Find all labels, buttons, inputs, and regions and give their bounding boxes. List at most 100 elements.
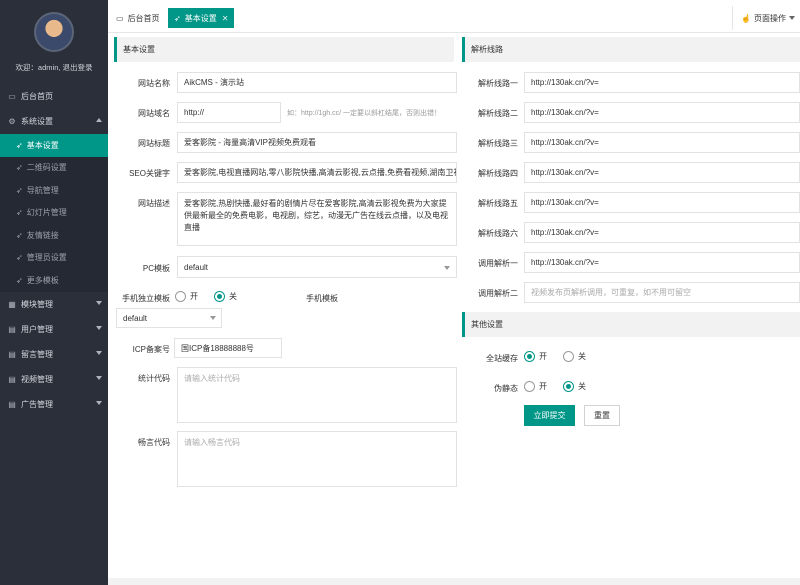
- sidebar-item-label: 更多模板: [26, 275, 59, 285]
- grid-icon: ▦: [8, 299, 16, 309]
- pc-template-select[interactable]: default: [177, 256, 457, 278]
- sidebar-item-admins[interactable]: ➶ 管理员设置: [0, 247, 108, 270]
- parse-line-input[interactable]: http://130ak.cn/?v=: [524, 192, 800, 213]
- sidebar-item-label: 系统设置: [21, 117, 53, 126]
- pseudo-static-label: 伪静态: [494, 384, 518, 393]
- parse-line-input[interactable]: http://130ak.cn/?v=: [524, 222, 800, 243]
- sidebar-item-messages[interactable]: ▤ 留言管理: [0, 342, 108, 367]
- sidebar-item-label: 广告管理: [21, 399, 53, 409]
- close-icon[interactable]: ✕: [222, 14, 229, 23]
- sidebar-item-label: 基本设置: [26, 140, 59, 150]
- send-icon: ➶: [16, 140, 23, 150]
- hand-icon: ☝: [741, 13, 751, 23]
- message-icon: ▤: [8, 349, 16, 359]
- comment-code-textarea[interactable]: 请输入畅言代码: [177, 431, 457, 487]
- sidebar-item-qrcode[interactable]: ➶ 二维码设置: [0, 157, 108, 180]
- radio-icon: [524, 381, 535, 392]
- site-title-input[interactable]: 爱客影院 - 海量高清VIP视频免费观看: [177, 132, 457, 153]
- domain-input[interactable]: http://: [177, 102, 281, 123]
- reset-button[interactable]: 重置: [584, 405, 620, 426]
- radio-checked-icon: [563, 381, 574, 392]
- page-operations-label: 页面操作: [753, 13, 786, 23]
- stats-code-textarea[interactable]: 请输入统计代码: [177, 367, 457, 423]
- icp-input[interactable]: 国ICP备18888888号: [174, 338, 282, 358]
- seo-keywords-input[interactable]: 爱客影院,电视直播网站,零八影院快播,高清云影视,云点播,免费看视频,湖南卫视: [177, 162, 457, 183]
- video-icon: ▤: [8, 374, 16, 384]
- parse-line-input[interactable]: http://130ak.cn/?v=: [524, 132, 800, 153]
- panel-title: 解析线路: [471, 45, 503, 54]
- chevron-down-icon: [96, 400, 102, 405]
- monitor-icon: ▭: [116, 13, 124, 23]
- sidebar-item-templates[interactable]: ➶ 更多模板: [0, 269, 108, 292]
- mobile-independent-on-radio[interactable]: 开: [175, 291, 198, 302]
- submit-button[interactable]: 立即提交: [524, 405, 575, 426]
- call-parse-2-label: 调用解析二: [478, 289, 518, 298]
- sidebar-item-label: 后台首页: [21, 92, 53, 101]
- pseudo-static-off-radio[interactable]: 关: [563, 381, 586, 392]
- tab-label: 基本设置: [184, 13, 217, 23]
- panel-title: 基本设置: [123, 45, 155, 54]
- radio-label: 关: [578, 352, 586, 361]
- user-welcome[interactable]: 欢迎：admin, 退出登录: [0, 62, 108, 73]
- mobile-independent-off-radio[interactable]: 关: [214, 291, 237, 302]
- page-operations-button[interactable]: ☝ 页面操作: [732, 6, 800, 30]
- site-cache-off-radio[interactable]: 关: [563, 351, 586, 362]
- sidebar-item-label: 视频管理: [21, 374, 53, 384]
- parse-line-label: 解析线路三: [478, 139, 518, 148]
- avatar[interactable]: [34, 12, 74, 52]
- mobile-template-select[interactable]: default: [116, 308, 222, 328]
- sidebar-item-label: 幻灯片管理: [26, 208, 67, 218]
- parse-line-input[interactable]: http://130ak.cn/?v=: [524, 72, 800, 93]
- sidebar-item-users[interactable]: ▤ 用户管理: [0, 317, 108, 342]
- call-parse-input[interactable]: http://130ak.cn/?v=: [524, 252, 800, 273]
- parse-line-label: 解析线路一: [478, 79, 518, 88]
- sidebar-item-system[interactable]: ⚙ 系统设置: [0, 109, 108, 134]
- site-desc-textarea[interactable]: 爱客影院,热剧快播,最好看的剧情片尽在爱客影院,高清云影视免费为大家提供最新最全…: [177, 192, 457, 246]
- send-icon: ➶: [16, 163, 23, 173]
- tab-home[interactable]: ▭ 后台首页: [110, 8, 166, 28]
- chevron-down-icon: [96, 350, 102, 355]
- other-settings-header: 其他设置: [462, 312, 800, 337]
- chevron-up-icon: [96, 118, 102, 122]
- pseudo-static-on-radio[interactable]: 开: [524, 381, 547, 392]
- radio-label: 开: [539, 382, 547, 391]
- sidebar-item-home[interactable]: ▭ 后台首页: [0, 84, 108, 109]
- user-icon: ▤: [8, 324, 16, 334]
- site-desc-label: 网站描述: [138, 199, 170, 208]
- caret-down-icon: [788, 16, 795, 20]
- parse-line-input[interactable]: http://130ak.cn/?v=: [524, 102, 800, 123]
- basic-settings-header: 基本设置: [114, 37, 454, 62]
- sidebar-item-slides[interactable]: ➶ 幻灯片管理: [0, 202, 108, 225]
- parse-line-label: 解析线路六: [478, 229, 518, 238]
- sidebar-item-label: 友情链接: [26, 230, 59, 240]
- sidebar-item-label: 留言管理: [21, 349, 53, 359]
- radio-checked-icon: [524, 351, 535, 362]
- call-parse-label: 调用解析一: [478, 259, 518, 268]
- mobile-template-label: 手机模板: [306, 294, 338, 303]
- radio-label: 关: [229, 292, 237, 301]
- parse-line-label: 解析线路二: [478, 109, 518, 118]
- send-icon: ➶: [16, 208, 23, 218]
- send-icon: ➶: [174, 13, 181, 23]
- chevron-down-icon: [96, 300, 102, 305]
- sidebar-item-videos[interactable]: ▤ 视频管理: [0, 367, 108, 392]
- tab-basic-settings[interactable]: ➶ 基本设置 ✕: [168, 8, 235, 28]
- stats-code-label: 统计代码: [138, 374, 170, 383]
- seo-keywords-label: SEO关键字: [129, 169, 170, 178]
- sidebar-item-basic-settings[interactable]: ➶ 基本设置: [0, 134, 108, 157]
- site-cache-on-radio[interactable]: 开: [524, 351, 547, 362]
- ad-icon: ▤: [8, 399, 16, 409]
- site-name-input[interactable]: AikCMS - 演示站: [177, 72, 457, 93]
- send-icon: ➶: [16, 230, 23, 240]
- sidebar-item-links[interactable]: ➶ 友情链接: [0, 224, 108, 247]
- radio-checked-icon: [214, 291, 225, 302]
- domain-label: 网站域名: [138, 109, 170, 118]
- call-parse-2-input[interactable]: 视频发布页解析调用，可重复，如不用可留空: [524, 282, 800, 303]
- mobile-independent-label: 手机独立模板: [122, 294, 170, 303]
- tab-bar: ▭ 后台首页 ➶ 基本设置 ✕ ☝ 页面操作: [108, 0, 800, 33]
- send-icon: ➶: [16, 185, 23, 195]
- parse-line-input[interactable]: http://130ak.cn/?v=: [524, 162, 800, 183]
- sidebar-item-ads[interactable]: ▤ 广告管理: [0, 392, 108, 417]
- sidebar-item-modules[interactable]: ▦ 模块管理: [0, 292, 108, 317]
- sidebar-item-nav[interactable]: ➶ 导航管理: [0, 179, 108, 202]
